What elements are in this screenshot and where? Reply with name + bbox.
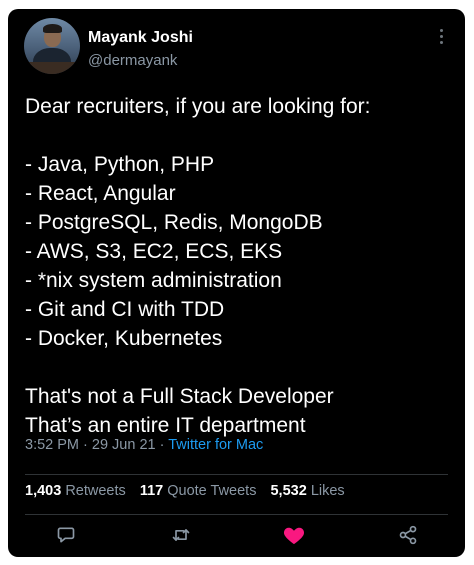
likes-stat[interactable]: 5,532 Likes	[270, 483, 344, 499]
divider	[25, 514, 448, 515]
quote-tweets-stat[interactable]: 117 Quote Tweets	[140, 483, 257, 499]
tweet-time[interactable]: 3:52 PM	[25, 437, 79, 453]
meta-separator: ·	[79, 437, 92, 453]
avatar[interactable]	[24, 18, 80, 74]
tweet-stats: 1,403 Retweets 117 Quote Tweets 5,532 Li…	[25, 483, 355, 499]
tweet-line: - *nix system administration	[25, 269, 282, 292]
retweets-count: 1,403	[25, 483, 62, 499]
tweet-line: - AWS, S3, EC2, ECS, EKS	[25, 240, 283, 263]
retweet-icon	[172, 529, 190, 541]
reply-icon	[57, 527, 75, 543]
like-button[interactable]	[280, 521, 308, 549]
share-icon	[399, 525, 417, 545]
likes-count: 5,532	[270, 483, 307, 499]
author-name[interactable]: Mayank Joshi	[88, 29, 193, 47]
meta-separator: ·	[155, 437, 169, 453]
more-options-icon[interactable]	[438, 29, 444, 44]
tweet-line: - Docker, Kubernetes	[25, 327, 223, 350]
tweet-line: - React, Angular	[25, 182, 176, 205]
avatar-desk	[24, 62, 80, 74]
tweet-line	[25, 353, 455, 382]
tweet-card: Mayank Joshi @dermayank Dear recruiters,…	[8, 9, 465, 557]
reply-button[interactable]	[52, 521, 80, 549]
tweet-text: Dear recruiters, if you are looking for:…	[25, 92, 455, 440]
tweet-line: - PostgreSQL, Redis, MongoDB	[25, 211, 323, 234]
retweets-label: Retweets	[65, 483, 126, 499]
tweet-line: - Git and CI with TDD	[25, 298, 225, 321]
quote-tweets-label: Quote Tweets	[167, 483, 257, 499]
action-bar	[8, 521, 465, 551]
retweet-button[interactable]	[167, 521, 195, 549]
tweet-line: Dear recruiters, if you are looking for:	[25, 95, 371, 118]
tweet-line: - Java, Python, PHP	[25, 153, 215, 176]
quote-tweets-count: 117	[139, 483, 164, 499]
tweet-meta: 3:52 PM · 29 Jun 21 · Twitter for Mac	[25, 437, 263, 453]
tweet-date[interactable]: 29 Jun 21	[92, 437, 156, 453]
share-button[interactable]	[394, 521, 422, 549]
avatar-hair	[43, 24, 62, 33]
author-handle[interactable]: @dermayank	[88, 52, 177, 69]
retweets-stat[interactable]: 1,403 Retweets	[25, 483, 126, 499]
tweet-line: That’s an entire IT department	[25, 414, 306, 437]
heart-icon	[283, 527, 305, 545]
likes-label: Likes	[310, 483, 345, 499]
divider	[25, 474, 448, 475]
tweet-line	[25, 121, 455, 150]
tweet-line: That's not a Full Stack Developer	[25, 385, 334, 408]
tweet-source-link[interactable]: Twitter for Mac	[168, 437, 263, 453]
